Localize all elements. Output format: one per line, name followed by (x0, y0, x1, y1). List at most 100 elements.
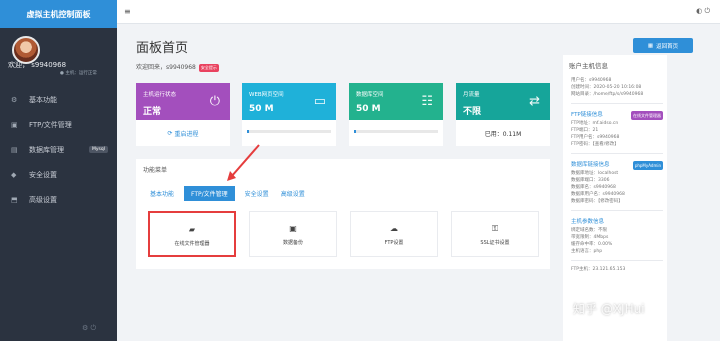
function-tabs: 基本功能 FTP/文件管理 安全设置 高级设置 (148, 186, 307, 201)
online-file-manager-badge[interactable]: 在线文件管理器 (631, 111, 663, 120)
host-parameters-section: 主机参数信息 绑定域名数：不限 带宽限制：4Mbps 缓存命中率：0.00% 主… (571, 218, 663, 255)
function-menu-panel: 功能菜单 基本功能 FTP/文件管理 安全设置 高级设置 ▰ 在线文件管理器 ▣ 数… (136, 159, 550, 269)
database-space-card: 数据库空间 50 M ☷ (349, 83, 443, 146)
security-badge[interactable]: 安全提示 (198, 64, 219, 72)
restart-process-button[interactable]: ⟳ 重启进程 (136, 120, 230, 146)
cache-hit-line: 缓存命中率：0.00% (571, 242, 613, 247)
phpmyadmin-badge[interactable]: phpMyAdmin (632, 161, 663, 170)
ftp-port-line: FTP端口：21 (571, 128, 599, 133)
sidebar-item-security-settings[interactable]: ◆ 安全设置 (0, 162, 117, 187)
transfer-icon: ⇄ (529, 94, 540, 109)
separator (571, 210, 663, 211)
host-status-value: 正常 (143, 107, 162, 117)
created-time-line: 创建时间：2020-05-20 10:16:08 (571, 85, 642, 90)
host-status: ● 主机：运行正常 (60, 71, 97, 76)
database-space-progress (354, 130, 438, 133)
top-bar: ≡ ◐ ⏻ (117, 0, 720, 24)
tab-security-settings[interactable]: 安全设置 (243, 186, 271, 201)
home-icon: ▦ (647, 42, 654, 49)
ftp-info-section: FTP链接信息 在线文件管理器 FTP地址：mf.aidso.cn FTP端口：… (571, 111, 663, 148)
online-file-manager-tool[interactable]: ▰ 在线文件管理器 (148, 211, 236, 257)
bandwidth-line: 带宽限制：4Mbps (571, 235, 609, 240)
sidebar-navigation: ⚙ 基本功能 ▣ FTP/文件管理 ▤ 数据库管理 Mysql ◆ 安全设置 ⬒ 高级设置 (0, 87, 117, 212)
traffic-used: 已用：0.11M (484, 130, 522, 138)
account-info-panel: 账户主机信息 用户名：s9940968 创建时间：2020-05-20 10:1… (563, 55, 667, 341)
user-summary: 欢迎， s9940968 ● 主机：运行正常 (8, 36, 113, 81)
gear-icon: ⚙ (11, 95, 18, 104)
database-password-line[interactable]: 数据库密码：【修改密码】 (571, 198, 663, 205)
sidebar-item-database-management[interactable]: ▤ 数据库管理 Mysql (0, 137, 117, 162)
sidebar-item-label: 安全设置 (29, 170, 57, 179)
restart-process-label: 重启进程 (174, 130, 199, 138)
advanced-icon: ⬒ (11, 195, 18, 204)
function-menu-title: 功能菜单 (143, 167, 168, 174)
data-backup-label: 数据备份 (282, 240, 303, 246)
folder-open-icon: ▰ (188, 225, 196, 234)
host-language-line: 主机语言：php (571, 249, 603, 254)
web-space-progress-fill (247, 130, 249, 133)
top-right-icons[interactable]: ◐ ⏻ (696, 7, 710, 16)
page-title: 面板首页 (136, 41, 189, 56)
tab-ftp-file-management[interactable]: FTP/文件管理 (184, 186, 235, 201)
sidebar-item-label: 高级设置 (29, 195, 57, 204)
power-icon: ⏻ (209, 94, 220, 109)
welcome-text: 欢迎回来，s9940968 (136, 64, 196, 71)
ssl-settings-tool[interactable]: ⚿ SSL证书设置 (451, 211, 539, 257)
home-button[interactable]: ▦ 返回首页 (633, 38, 693, 53)
monthly-traffic-value: 不限 (463, 107, 482, 117)
watermark-text: 知乎 @XJHui (573, 302, 645, 316)
sidebar-title: 虚拟主机控制面板 (0, 0, 117, 28)
monthly-traffic-card: 月流量 不限 ⇄ 已用：0.11M (456, 83, 550, 146)
pointer-arrow-icon (227, 144, 260, 181)
key-icon: ⚿ (491, 224, 499, 233)
restart-icon: ⟳ (167, 129, 173, 137)
welcome-message: 欢迎回来，s9940968 安全提示 (136, 62, 219, 72)
monthly-traffic-card-header: 月流量 不限 ⇄ (456, 83, 550, 120)
sidebar-item-label: 基本功能 (29, 95, 57, 104)
web-space-card-header: WEB网页空间 50 M ▭ (242, 83, 336, 120)
folder-icon: ▣ (11, 120, 18, 129)
ftp-settings-label: FTP设置 (384, 240, 404, 246)
ssl-settings-label: SSL证书设置 (480, 240, 510, 246)
database-space-card-header: 数据库空间 50 M ☷ (349, 83, 443, 120)
menu-icon[interactable]: ≡ (124, 7, 131, 16)
separator (571, 103, 663, 104)
shield-icon: ◆ (11, 170, 17, 179)
host-parameters-title: 主机参数信息 (571, 219, 605, 225)
database-port-line: 数据库端口：3306 (571, 178, 610, 183)
sidebar: 虚拟主机控制面板 欢迎， s9940968 ● 主机：运行正常 ⚙ 基本功能 ▣ F… (0, 0, 117, 341)
database-space-value: 50 M (356, 104, 381, 114)
database-address-line: 数据库地址：localhost (571, 171, 619, 176)
sidebar-item-label: FTP/文件管理 (29, 120, 72, 129)
separator (571, 260, 663, 261)
mysql-badge: Mysql (89, 146, 108, 153)
tab-basic-functions[interactable]: 基本功能 (148, 186, 176, 201)
database-space-progress-fill (354, 130, 356, 133)
web-space-value: 50 M (249, 104, 274, 114)
database-name-line: 数据库名：s9940968 (571, 185, 616, 190)
database-icon: ▤ (11, 145, 18, 154)
account-info-title: 账户主机信息 (569, 62, 608, 70)
sidebar-item-ftp-file-management[interactable]: ▣ FTP/文件管理 (0, 112, 117, 137)
ftp-settings-tool[interactable]: ☁ FTP设置 (350, 211, 438, 257)
ftp-host-line: FTP主机：23.121.65.153 (571, 267, 626, 272)
online-file-manager-label: 在线文件管理器 (174, 241, 210, 247)
sidebar-bottom-icons[interactable]: ⚙ ⏻ (82, 324, 96, 333)
bound-domain-line: 绑定域名数：不限 (571, 228, 607, 233)
tab-advanced-settings[interactable]: 高级设置 (279, 186, 307, 201)
ftp-user-line: FTP用户名：s9940968 (571, 135, 620, 140)
cloud-upload-icon: ☁ (390, 224, 398, 233)
sidebar-item-basic-functions[interactable]: ⚙ 基本功能 (0, 87, 117, 112)
separator (571, 153, 663, 154)
sidebar-item-advanced-settings[interactable]: ⬒ 高级设置 (0, 187, 117, 212)
storage-icon: ▭ (313, 94, 326, 109)
ftp-password-line[interactable]: FTP密码：【查看/修改】 (571, 141, 663, 148)
host-status-card-header: 主机运行状态 正常 ⏻ (136, 83, 230, 120)
website-directory-line: 网站目录：/home/ftp/s/s9940968 (571, 92, 644, 97)
web-space-progress (247, 130, 331, 133)
user-name: 欢迎， s9940968 (8, 61, 67, 69)
account-info-lines: 用户名：s9940968 创建时间：2020-05-20 10:16:08 网站… (571, 77, 663, 273)
database-user-line: 数据库用户名：s9940968 (571, 192, 625, 197)
database-icon: ☷ (421, 94, 433, 109)
data-backup-tool[interactable]: ▣ 数据备份 (249, 211, 337, 257)
